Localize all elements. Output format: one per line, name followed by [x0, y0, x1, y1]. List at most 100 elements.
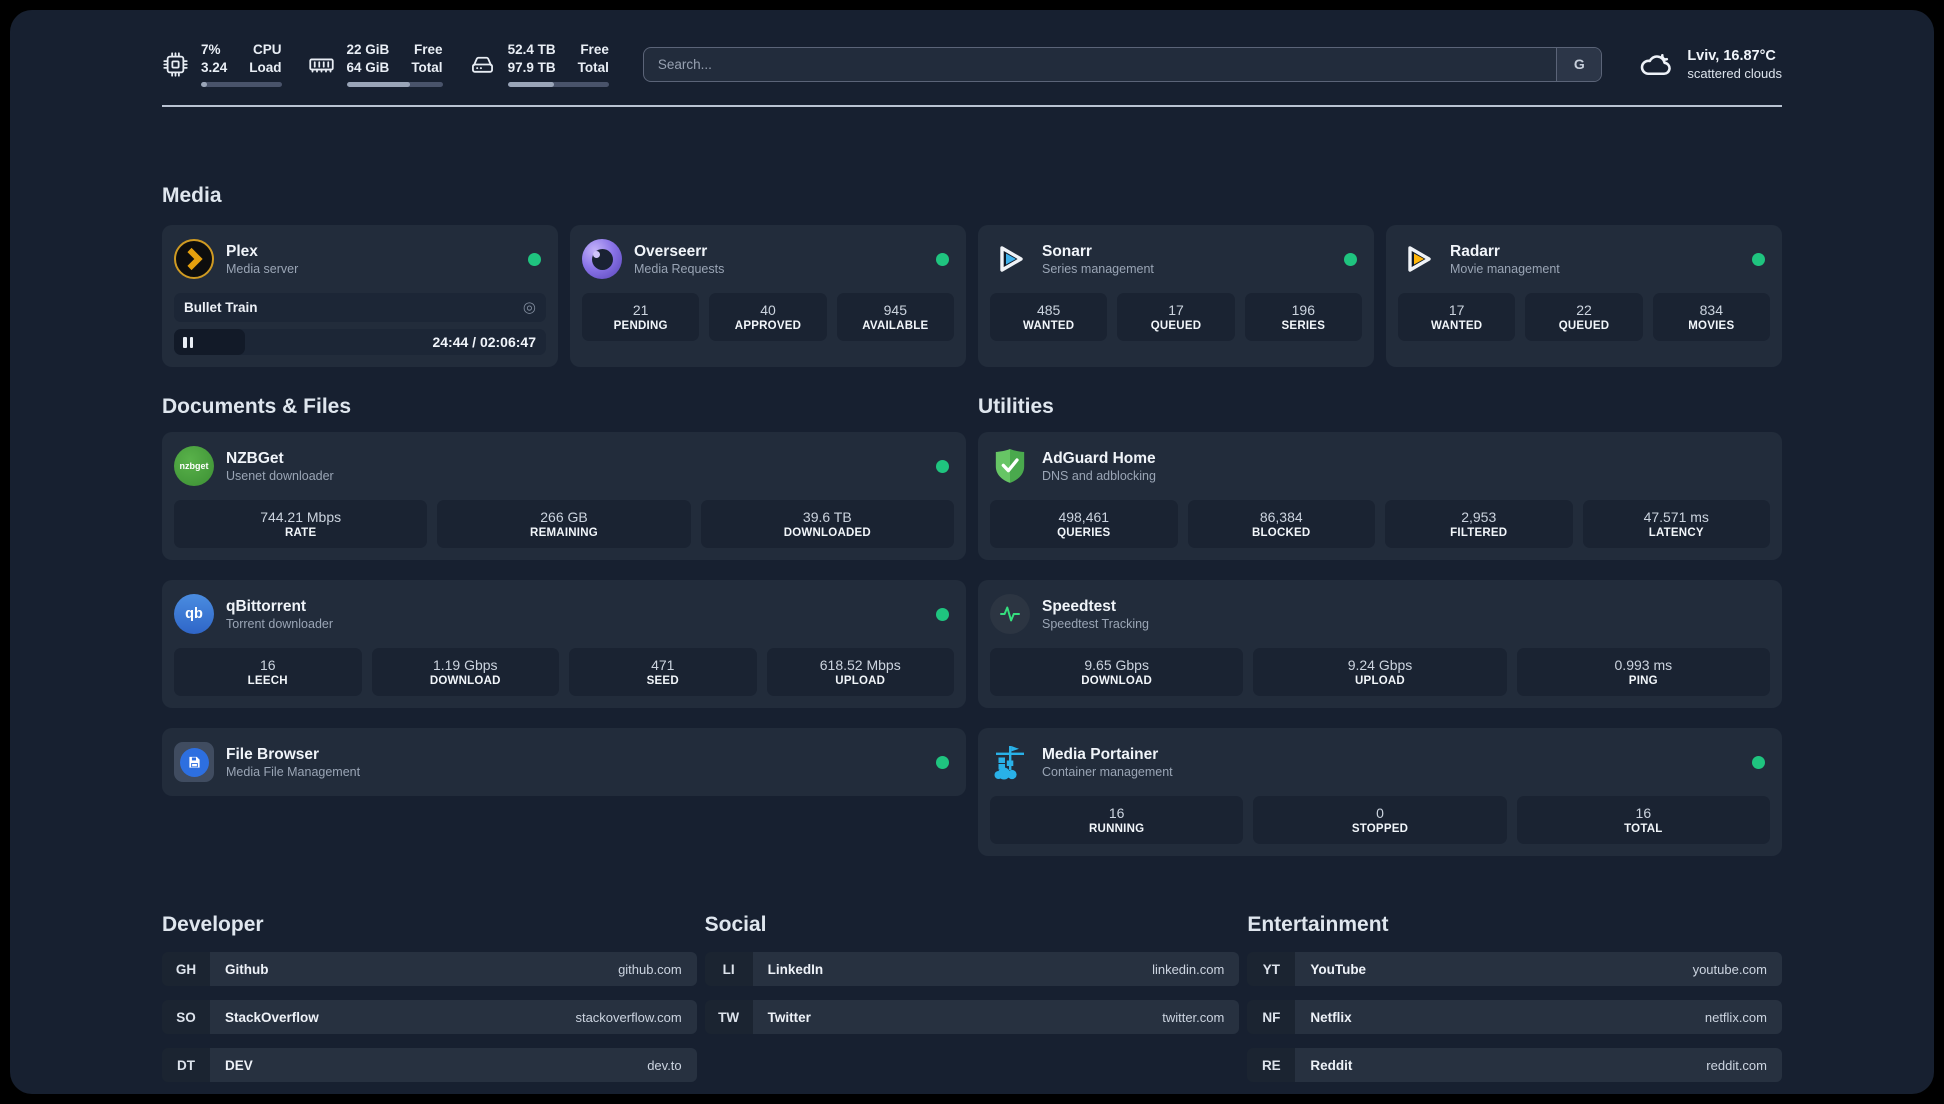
app-card-plex[interactable]: Plex Media server Bullet Train ◎ 24:44 /… — [162, 225, 558, 367]
google-provider-button[interactable]: G — [1556, 47, 1602, 81]
stat-label: MOVIES — [1688, 319, 1735, 332]
nzbget-icon: nzbget — [174, 446, 214, 486]
app-title: Overseerr — [634, 242, 708, 260]
stat-value: 0.993 ms — [1614, 657, 1673, 673]
app-card-speedtest[interactable]: Speedtest Speedtest Tracking 9.65 Gbps DO… — [978, 580, 1782, 708]
bookmark-name: YouTube — [1310, 961, 1367, 977]
stat-tile: 86,384 BLOCKED — [1187, 500, 1375, 548]
stat-label: LATENCY — [1648, 526, 1704, 539]
stat-tile: 1.19 Gbps DOWNLOAD — [371, 648, 559, 696]
stat-value: 744.21 Mbps — [260, 509, 342, 525]
section-title-entertainment: Entertainment — [1247, 913, 1389, 936]
bookmark-abbr: DT — [162, 1048, 210, 1082]
stat-label: SEED — [646, 674, 679, 687]
app-card-sonarr[interactable]: Sonarr Series management 485 WANTED 17 QUE… — [978, 225, 1374, 367]
bookmark-reddit[interactable]: RE Reddit reddit.com — [1247, 1048, 1782, 1082]
app-desc: Media Requests — [634, 262, 725, 277]
stat-tile: 9.65 Gbps DOWNLOAD — [990, 648, 1244, 696]
stat-label: PENDING — [613, 319, 668, 332]
cpu-icon — [163, 51, 188, 77]
bookmark-abbr: NF — [1247, 1000, 1296, 1034]
app-desc: Series management — [1042, 262, 1154, 277]
stat-tile: 0.993 ms PING — [1516, 648, 1770, 696]
search-input[interactable] — [642, 46, 1603, 82]
stat-label: LEECH — [247, 674, 288, 687]
stat-value: 945 — [883, 302, 907, 318]
app-card-qbittorrent[interactable]: qb qBittorrent Torrent downloader 16 LEEC… — [162, 580, 966, 708]
status-indicator — [936, 252, 949, 266]
memory-icon — [308, 58, 334, 72]
cpu-progress-bar — [201, 82, 282, 88]
stat-label: RATE — [284, 526, 317, 539]
stat-value: 86,384 — [1259, 509, 1303, 525]
bookmark-url: github.com — [618, 961, 682, 977]
stat-value: 9.24 Gbps — [1347, 657, 1413, 673]
app-card-overseerr[interactable]: Overseerr Media Requests 21 PENDING 40 APP… — [570, 225, 966, 367]
bookmark-twitter[interactable]: TW Twitter twitter.com — [704, 1000, 1240, 1034]
memory-metric: 22 GiB 64 GiB Free Total — [308, 41, 443, 88]
bookmark-url: netflix.com — [1704, 1009, 1767, 1025]
app-card-adguard[interactable]: AdGuard Home DNS and adblocking 498,461 Q… — [978, 432, 1782, 560]
bookmark-youtube[interactable]: YT YouTube youtube.com — [1247, 952, 1782, 986]
stat-label: QUEUED — [1558, 319, 1610, 332]
adguard-icon — [990, 446, 1030, 486]
now-playing-title: Bullet Train — [184, 300, 258, 315]
section-title-social: Social — [704, 913, 767, 936]
app-desc: Media File Management — [226, 765, 361, 780]
stat-tile: 47.571 ms LATENCY — [1582, 500, 1770, 548]
stat-tile: 16 LEECH — [174, 648, 362, 696]
stat-tile: 945 AVAILABLE — [836, 293, 954, 341]
stat-value: 485 — [1036, 302, 1061, 318]
app-card-portainer[interactable]: Media Portainer Container management 16 R… — [978, 728, 1782, 856]
app-title: Speedtest — [1042, 597, 1117, 615]
bookmark-github[interactable]: GH Github github.com — [162, 952, 697, 986]
overseerr-icon — [582, 239, 622, 279]
stat-tile: 17 QUEUED — [1117, 293, 1235, 341]
speedtest-icon — [990, 594, 1030, 634]
app-desc: Torrent downloader — [226, 617, 334, 632]
stat-label: APPROVED — [734, 319, 802, 332]
stat-label: RUNNING — [1089, 822, 1145, 835]
stat-label: QUERIES — [1057, 526, 1111, 539]
section-title-media: Media — [162, 184, 222, 207]
stat-value: 196 — [1291, 302, 1315, 318]
stat-value: 17 — [1448, 302, 1465, 318]
ram-total-value: 64 GiB — [346, 60, 390, 75]
bookmark-abbr: TW — [704, 1000, 753, 1034]
app-title: Media Portainer — [1042, 745, 1159, 763]
pause-icon[interactable] — [183, 336, 193, 348]
stat-tile: 21 PENDING — [582, 293, 700, 341]
ram-progress-bar — [346, 82, 443, 88]
ram-free-value: 22 GiB — [346, 41, 390, 57]
stat-label: AVAILABLE — [862, 319, 929, 332]
stat-value: 21 — [632, 302, 649, 318]
bookmark-linkedin[interactable]: LI LinkedIn linkedin.com — [704, 952, 1240, 986]
bookmark-stackoverflow[interactable]: SO StackOverflow stackoverflow.com — [162, 1000, 697, 1034]
session-icon[interactable]: ◎ — [523, 300, 536, 315]
stat-value: 9.65 Gbps — [1084, 657, 1149, 673]
disk-progress-bar — [507, 82, 609, 88]
weather-location-temp: Lviv, 16.87°C — [1687, 48, 1776, 65]
app-card-radarr[interactable]: Radarr Movie management 17 WANTED 22 QUEUE… — [1386, 225, 1782, 367]
stat-label: UPLOAD — [1355, 674, 1405, 687]
stat-value: 16 — [1635, 805, 1652, 821]
bookmark-url: dev.to — [647, 1057, 682, 1073]
ram-free-label: Free — [414, 41, 443, 57]
app-title: Radarr — [1450, 242, 1500, 260]
disk-total-label: Total — [577, 60, 609, 75]
bookmark-abbr: RE — [1247, 1048, 1296, 1082]
bookmark-netflix[interactable]: NF Netflix netflix.com — [1247, 1000, 1782, 1034]
stat-tile: 16 RUNNING — [990, 796, 1244, 844]
status-indicator — [936, 755, 949, 769]
stat-value: 39.6 TB — [802, 509, 852, 525]
stat-label: WANTED — [1023, 319, 1075, 332]
bookmark-dev[interactable]: DT DEV dev.to — [162, 1048, 697, 1082]
app-card-nzbget[interactable]: nzbget NZBGet Usenet downloader 744.21 M… — [162, 432, 966, 560]
stat-label: QUEUED — [1150, 319, 1202, 332]
playback-progress: 24:44 / 02:06:47 — [174, 329, 546, 355]
status-indicator — [1752, 252, 1765, 266]
portainer-icon — [990, 742, 1030, 782]
radarr-icon — [1398, 239, 1438, 279]
app-card-filebrowser[interactable]: File Browser Media File Management — [162, 728, 966, 796]
cloud-icon — [1641, 54, 1672, 76]
